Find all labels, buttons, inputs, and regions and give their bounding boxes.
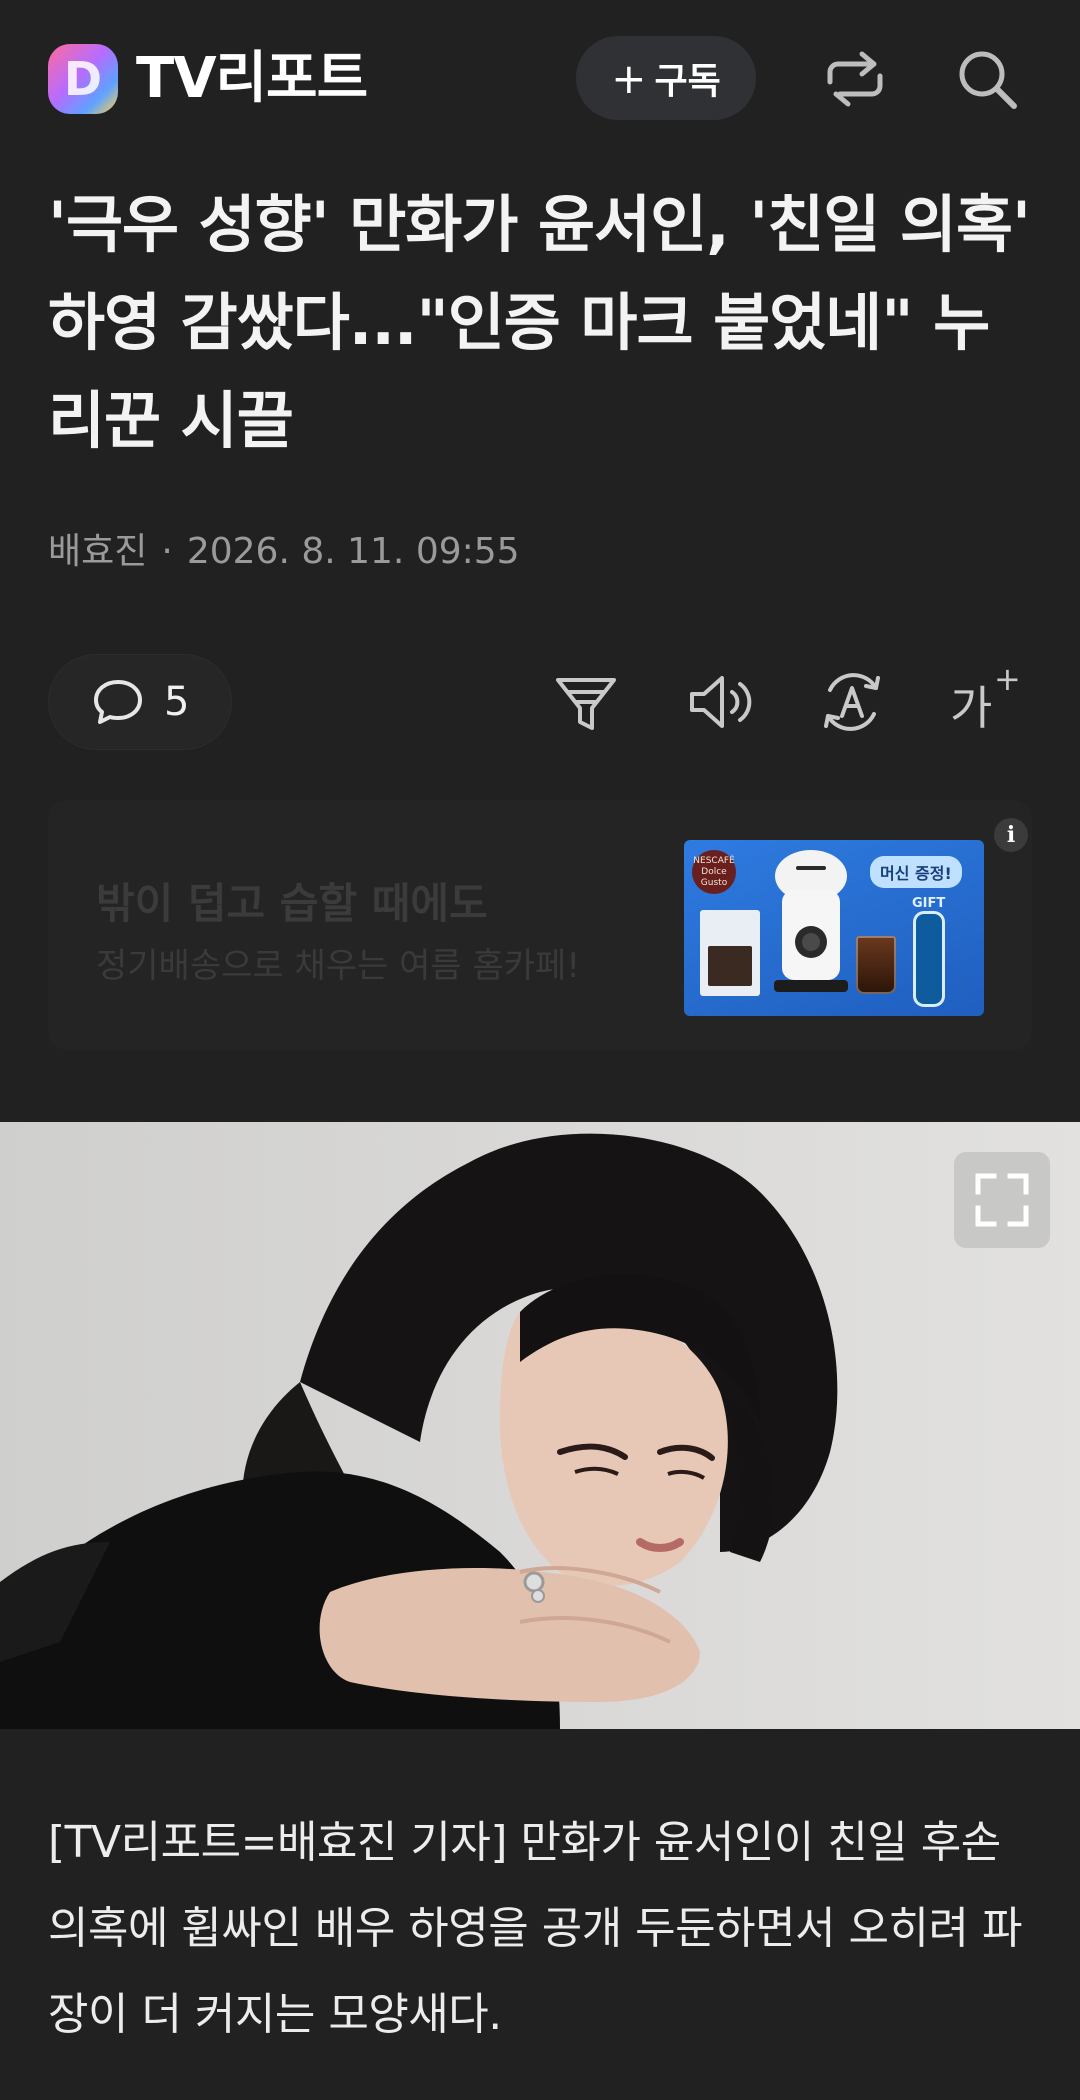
font-size-plus: + (994, 660, 1021, 698)
ad-brand-logo: NESCAFÉ Dolce Gusto (692, 850, 736, 894)
comment-count: 5 (164, 679, 190, 725)
publisher-name[interactable]: TV리포트 (136, 46, 368, 112)
ad-image[interactable]: NESCAFÉ Dolce Gusto 머신 증정! GIFT (684, 840, 984, 1016)
share-button[interactable] (818, 42, 892, 116)
font-size-icon: 가 (950, 681, 993, 735)
plus-icon: + (611, 53, 647, 103)
subscribe-button[interactable]: + 구독 (576, 36, 756, 120)
byline: 배효진 · 2026. 8. 11. 09:55 (48, 524, 520, 580)
font-size-button[interactable]: 가 + (948, 660, 1021, 738)
article-headline: '극우 성향' 만화가 윤서인, '친일 의혹' 하영 감쌌다..."인증 마크… (48, 188, 1031, 457)
search-icon (959, 51, 1017, 109)
expand-photo-button[interactable] (954, 1152, 1050, 1248)
translate-icon (824, 673, 880, 731)
article-body-paragraph: [TV리포트=배효진 기자] 만화가 윤서인이 친일 후손 의혹에 휩싸인 배우… (48, 1817, 1022, 2040)
publish-timestamp: 2026. 8. 11. 09:55 (186, 531, 520, 572)
listen-button[interactable] (684, 666, 756, 738)
ad-subtitle: 정기배송으로 채우는 여름 홈카페! (96, 946, 580, 986)
comment-button[interactable]: 5 (48, 654, 232, 750)
speaker-icon (690, 676, 752, 728)
ad-title: 밖이 덥고 습할 때에도 (96, 879, 488, 928)
ad-gift-bottle (916, 914, 942, 1004)
photo-illustration (0, 1133, 838, 1729)
comment-icon (94, 680, 142, 724)
coffee-machine-graphic (774, 850, 848, 992)
filter-button[interactable] (550, 666, 622, 738)
ad-coffee-glass (856, 936, 896, 994)
filter-icon (556, 678, 616, 730)
author-name[interactable]: 배효진 (48, 531, 147, 572)
expand-icon (975, 1173, 1029, 1227)
article-photo[interactable] (0, 1122, 1080, 1729)
ad-info-button[interactable]: i (994, 818, 1028, 852)
ad-banner[interactable]: 밖이 덥고 습할 때에도 정기배송으로 채우는 여름 홈카페! NESCAFÉ … (48, 800, 1032, 1050)
top-bar: D TV리포트 + 구독 (0, 0, 1080, 158)
logo-letter: D (63, 52, 103, 106)
ad-capsule-box (700, 910, 760, 996)
share-icon (827, 51, 883, 107)
publisher-logo[interactable]: D (48, 44, 118, 114)
translate-button[interactable] (816, 666, 888, 738)
ad-gift-label: GIFT (912, 896, 946, 911)
ad-promo-badge: 머신 증정! (870, 856, 962, 888)
subscribe-label: 구독 (654, 61, 721, 102)
search-button[interactable] (950, 42, 1024, 116)
byline-separator: · (161, 531, 173, 572)
